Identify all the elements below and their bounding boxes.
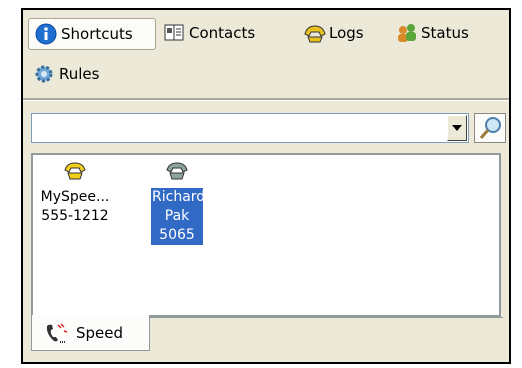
speed-dial-number: 555-1212 bbox=[41, 208, 109, 224]
divider bbox=[23, 98, 509, 101]
tab-shortcuts[interactable]: Shortcuts bbox=[28, 18, 156, 50]
tab-bar: Shortcuts Contacts Logs Status Rules bbox=[23, 10, 509, 96]
tab-logs-label: Logs bbox=[329, 24, 364, 42]
speed-dial-name-line2: Pak bbox=[151, 207, 203, 226]
search-icon bbox=[479, 117, 501, 139]
info-icon bbox=[35, 23, 57, 45]
phone-log-icon bbox=[303, 22, 326, 44]
chevron-down-icon bbox=[452, 125, 462, 131]
address-book-icon bbox=[163, 22, 185, 44]
search-button[interactable] bbox=[474, 113, 506, 143]
speed-dial-icon bbox=[46, 322, 68, 343]
speed-dial-number: 5065 bbox=[151, 226, 203, 245]
tab-contacts-label: Contacts bbox=[189, 24, 256, 42]
dropdown-button[interactable] bbox=[447, 115, 467, 141]
users-status-icon bbox=[395, 22, 417, 44]
tab-logs[interactable]: Logs bbox=[303, 18, 364, 48]
tab-rules[interactable]: Rules bbox=[33, 59, 99, 89]
tab-shortcuts-label: Shortcuts bbox=[61, 25, 133, 43]
search-combo[interactable] bbox=[31, 113, 469, 143]
phone-gray-icon bbox=[166, 161, 188, 181]
speed-dial-item-selected[interactable]: Richard Pak 5065 bbox=[147, 161, 207, 245]
gear-icon bbox=[33, 63, 55, 85]
speed-dial-name-line1: Richard bbox=[151, 188, 206, 207]
speed-dial-list: MySpee... 555-1212 Richard Pak 5065 bbox=[31, 153, 501, 317]
phone-yellow-icon bbox=[64, 161, 86, 181]
tab-contacts[interactable]: Contacts bbox=[163, 18, 255, 48]
bottom-tab-line bbox=[150, 317, 503, 318]
tab-status[interactable]: Status bbox=[395, 18, 469, 48]
tab-speed[interactable]: Speed bbox=[31, 315, 150, 351]
tab-status-label: Status bbox=[421, 24, 469, 42]
search-input[interactable] bbox=[32, 114, 435, 140]
speed-dial-name: MySpee... bbox=[40, 189, 110, 205]
phone-panel: Shortcuts Contacts Logs Status Rules MyS… bbox=[21, 8, 511, 364]
tab-speed-label: Speed bbox=[76, 323, 124, 342]
tab-rules-label: Rules bbox=[59, 65, 100, 83]
speed-dial-item[interactable]: MySpee... 555-1212 bbox=[39, 161, 111, 226]
